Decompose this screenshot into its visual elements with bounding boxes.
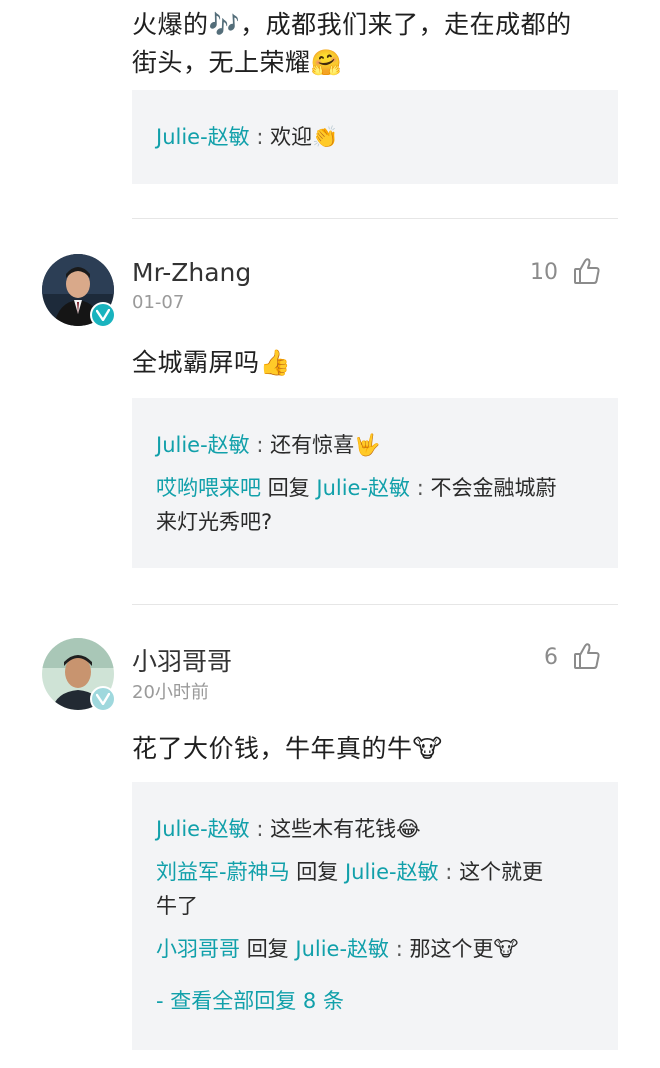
reply-separator: :: [389, 937, 410, 961]
comment-replies: Julie-赵敏 : 还有惊喜🤟 哎哟喂来吧 回复 Julie-赵敏 : 不会金…: [132, 398, 618, 568]
reply-text: 还有惊喜🤟: [270, 433, 381, 457]
comment-replies: Julie-赵敏 : 这些木有花钱😂 刘益军-蔚神马 回复 Julie-赵敏 :…: [132, 782, 618, 1050]
top-comment-replies: Julie-赵敏 : 欢迎👏: [132, 90, 618, 184]
reply-author[interactable]: 小羽哥哥: [156, 937, 240, 961]
reply-item[interactable]: Julie-赵敏 : 这些木有花钱😂: [156, 812, 594, 846]
comment-username[interactable]: 小羽哥哥: [132, 642, 232, 678]
reply-author[interactable]: 哎哟喂来吧: [156, 476, 261, 500]
reply-word: 回复: [296, 860, 339, 884]
reply-target[interactable]: Julie-赵敏: [316, 476, 410, 500]
thumbs-up-outline-icon[interactable]: [572, 641, 602, 671]
comment-text: 全城霸屏吗👍: [132, 348, 292, 377]
avatar[interactable]: [42, 638, 116, 712]
reply-author[interactable]: Julie-赵敏: [156, 433, 250, 457]
reply-author[interactable]: 刘益军-蔚神马: [156, 860, 290, 884]
reply-item[interactable]: 小羽哥哥 回复 Julie-赵敏 : 那这个更🐮: [156, 932, 594, 966]
top-comment-line-1: 火爆的🎶，成都我们来了，走在成都的: [132, 10, 572, 39]
comment-time: 20小时前: [132, 682, 209, 703]
reply-item[interactable]: Julie-赵敏 : 还有惊喜🤟: [156, 428, 594, 462]
comment-username[interactable]: Mr-Zhang: [132, 258, 251, 287]
reply-separator: :: [410, 476, 431, 500]
reply-separator: :: [249, 125, 271, 149]
reply-text: 这些木有花钱😂: [270, 817, 421, 841]
reply-text-continued: 牛了: [156, 894, 198, 918]
reply-separator: :: [249, 817, 271, 841]
reply-text: 这个就更: [459, 860, 544, 884]
comment-time: 01-07: [132, 292, 185, 313]
reply-text: 不会金融城蔚: [430, 476, 557, 500]
reply-separator: :: [438, 860, 460, 884]
verified-v-badge-icon: [90, 302, 116, 328]
comment-divider: [132, 604, 618, 605]
reply-author[interactable]: Julie-赵敏: [156, 125, 250, 149]
reply-word: 回复: [267, 476, 310, 500]
reply-word: 回复: [246, 937, 289, 961]
comment-text: 花了大价钱，牛年真的牛🐮: [132, 734, 443, 763]
reply-item[interactable]: 哎哟喂来吧 回复 Julie-赵敏 : 不会金融城蔚 来灯光秀吧?: [156, 471, 594, 539]
like-count: 6: [544, 645, 558, 670]
reply-target[interactable]: Julie-赵敏: [295, 937, 389, 961]
reply-item[interactable]: Julie-赵敏 : 欢迎👏: [156, 120, 594, 154]
reply-text-continued: 来灯光秀吧?: [156, 510, 273, 534]
avatar[interactable]: [42, 254, 116, 328]
top-comment-text: 火爆的🎶，成都我们来了，走在成都的 街头，无上荣耀🤗: [132, 6, 612, 82]
reply-text: 欢迎👏: [270, 125, 339, 149]
reply-item[interactable]: 刘益军-蔚神马 回复 Julie-赵敏 : 这个就更 牛了: [156, 855, 594, 923]
top-comment-line-2: 街头，无上荣耀🤗: [132, 48, 343, 77]
reply-target[interactable]: Julie-赵敏: [345, 860, 439, 884]
comment-divider: [132, 218, 618, 219]
reply-text: 那这个更🐮: [409, 937, 519, 961]
thumbs-up-outline-icon[interactable]: [572, 256, 602, 286]
view-all-replies-link[interactable]: - 查看全部回复 8 条: [156, 984, 594, 1018]
reply-separator: :: [249, 433, 271, 457]
reply-author[interactable]: Julie-赵敏: [156, 817, 250, 841]
verified-v-badge-icon: [90, 686, 116, 712]
like-count: 10: [530, 260, 558, 285]
